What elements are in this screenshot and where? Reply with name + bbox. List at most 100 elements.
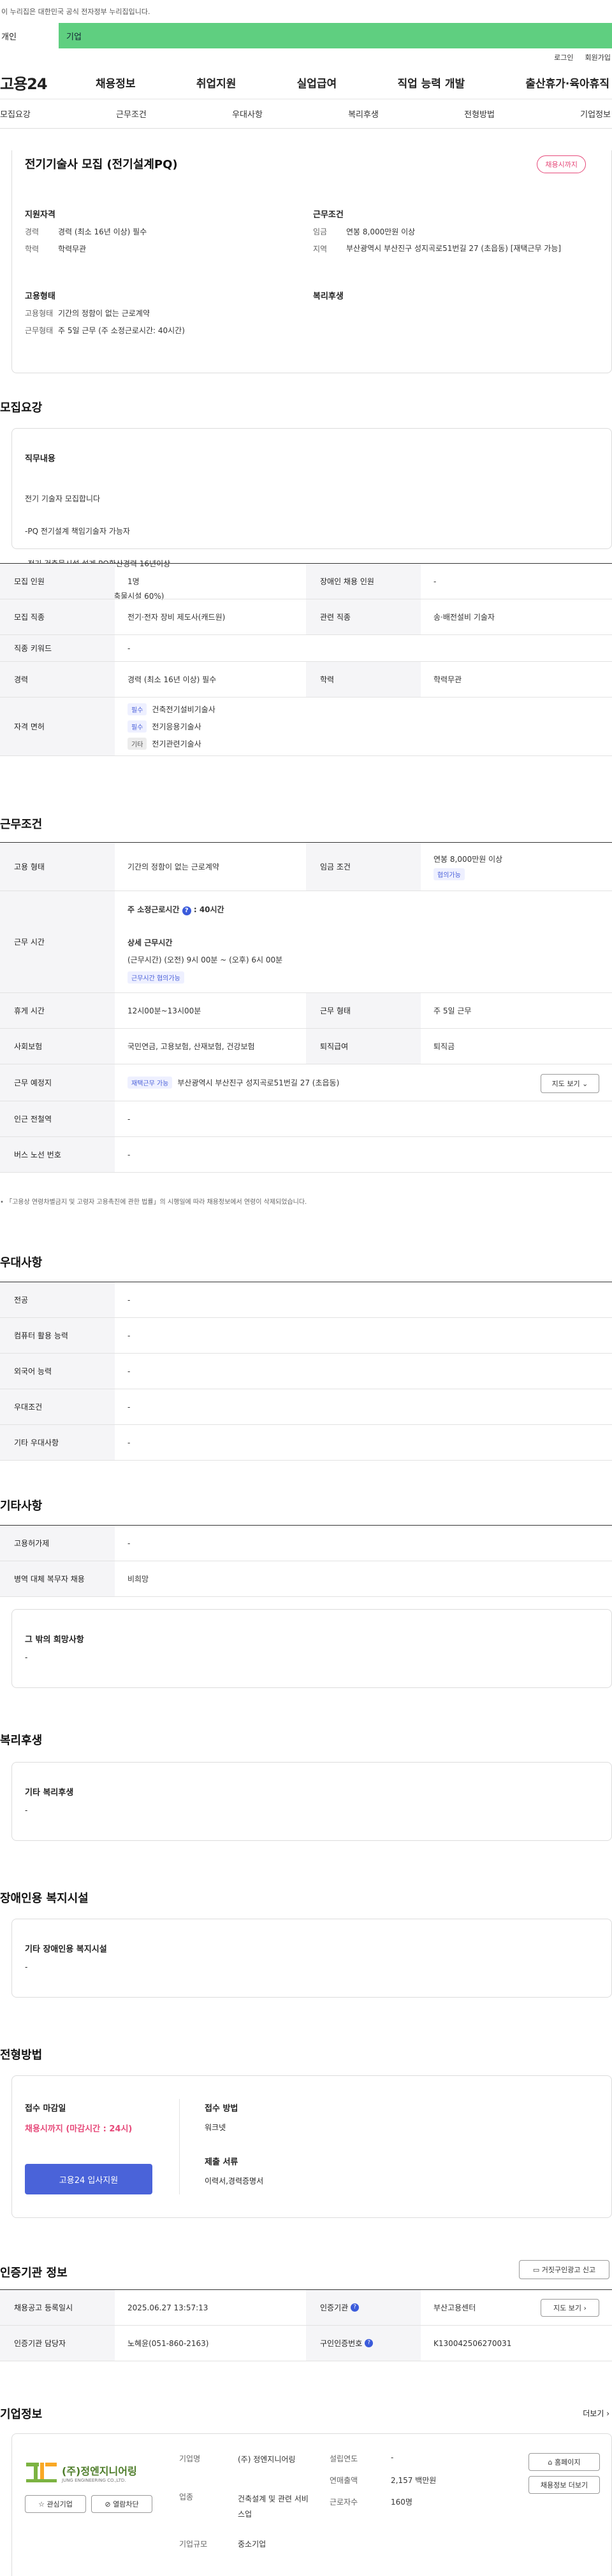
table-header: 인근 전철역 — [0, 1101, 115, 1136]
gnb-item-employment[interactable]: 취업지원 — [196, 75, 237, 90]
info-icon[interactable]: ? — [182, 906, 191, 915]
agency-map-button[interactable]: 지도 보기 › — [541, 2299, 599, 2317]
other-wish-box: 그 밖의 희망사항 - — [11, 1609, 612, 1688]
snb-preference[interactable]: 우대사항 — [232, 108, 263, 120]
tab-company[interactable]: 기업 — [59, 23, 612, 48]
table-header: 휴게 시간 — [0, 993, 115, 1028]
conditions-table: 고용 형태 기간의 정함이 없는 근로계약 임금 조건 연봉 8,000만원 이상… — [0, 842, 612, 1173]
detail-heading: 상세 근무시간 — [127, 938, 173, 947]
career-value: 경력 (최소 16년 이상) 필수 — [58, 227, 147, 236]
company-card: (주)정엔지니어링 JUNG ENGINEERING CO.,LTD. ☆ 관심… — [11, 2433, 612, 2576]
snb-welfare[interactable]: 복리후생 — [348, 108, 379, 120]
summary-card: 전기기술사 모집 (전기설계PQ) 채용시까지 지원자격 경력 경력 (최소 16… — [11, 150, 612, 373]
table-row: 휴게 시간 12시00분~13시00분 근무 형태 주 5일 근무 — [0, 993, 612, 1029]
gnb-item-training[interactable]: 직업 능력 개발 — [397, 75, 465, 90]
homepage-button[interactable]: ⌂ 홈페이지 — [528, 2453, 600, 2471]
table-cell: 12시00분~13시00분 — [127, 1006, 201, 1015]
age-notice-text: 「고용상 연령차별금지 및 고령자 고용촉진에 관한 법률」의 시행일에 따라 … — [6, 1199, 307, 1206]
block-icon: ⊘ — [105, 2500, 111, 2508]
hours-key: 근무형태 — [25, 326, 54, 335]
info-icon[interactable]: ? — [351, 2303, 359, 2312]
table-header: 장애인 채용 인원 — [306, 564, 421, 599]
disability-box-value: - — [25, 1963, 28, 1971]
qual-block: 지원자격 경력 경력 (최소 16년 이상) 필수 학력 학력무관 — [25, 208, 293, 254]
gnb-item-leave[interactable]: 출산휴가·육아휴직 — [525, 75, 609, 90]
license-item: 필수 전기응용기술사 — [127, 720, 201, 733]
work-time-cell: 주 소정근로시간 ? : 40시간 상세 근무시간 (근무시간) (오전) 9시… — [115, 891, 612, 992]
weekly-hours: 주 소정근로시간 ? : 40시간 — [127, 904, 224, 915]
table-header: 근무 형태 — [306, 993, 421, 1028]
table-header: 전공 — [0, 1282, 115, 1317]
gnb-item-jobs[interactable]: 채용정보 — [96, 75, 136, 90]
info-icon[interactable]: ? — [365, 2339, 374, 2347]
weekly-value: : 40시간 — [193, 905, 224, 914]
table-header: 병역 대체 복무자 채용 — [0, 1561, 115, 1596]
gov-notice-text: 이 누리집은 대한민국 공식 전자정부 누리집입니다. — [1, 8, 150, 16]
apply-button[interactable]: 고용24 입사지원 — [25, 2164, 152, 2194]
emp-heading: 고용형태 — [25, 292, 55, 301]
block-label: 열람차단 — [113, 2500, 139, 2508]
detail-tag: 근무시간 협의가능 — [127, 971, 184, 984]
license-name: 건축전기설비기술사 — [152, 705, 215, 714]
map-view-label: 지도 보기 — [551, 1080, 580, 1088]
job-desc-heading: 직무내용 — [25, 454, 55, 464]
table-row: 인증기관 담당자 노혜윤(051-860-2163) 구인인증번호 ? K1300… — [0, 2326, 612, 2361]
section-nav: 모집요강 근무조건 우대사항 복리후생 전형방법 기업정보 — [0, 99, 612, 129]
license-item: 기타 전기관련기술사 — [127, 738, 201, 750]
tab-personal-label: 개인 — [1, 32, 17, 42]
table-cell: - — [127, 1331, 131, 1340]
snb-selection[interactable]: 전형방법 — [464, 108, 495, 120]
license-tag: 기타 — [127, 738, 147, 750]
table-header: 근무 시간 — [0, 891, 115, 992]
site-logo[interactable]: 고용24 — [0, 71, 96, 94]
company-name: (주) 정엔지니어링 — [238, 2455, 296, 2464]
license-name: 전기응용기술사 — [152, 722, 201, 731]
table-row: 고용 형태 기간의 정함이 없는 근로계약 임금 조건 연봉 8,000만원 이상… — [0, 843, 612, 891]
tab-personal[interactable]: 개인 — [0, 23, 59, 48]
table-cell: - — [127, 1366, 131, 1376]
job-line: -PQ 전기설계 책임기술자 가능자 — [25, 527, 130, 536]
agency-heading: 인증기관 정보 — [0, 2266, 68, 2280]
table-cell: 2025.06.27 13:57:13 — [127, 2303, 208, 2312]
table-row: 사회보험 국민연금, 고용보험, 산재보험, 건강보험 퇴직급여 퇴직금 — [0, 1029, 612, 1064]
table-cell: - — [127, 1438, 131, 1447]
utility-nav: 로그인 회원가입 — [0, 48, 612, 66]
report-button[interactable]: ▭ 거짓구인광고 신고 — [519, 2260, 609, 2279]
job-desc-box: 직무내용 전기 기술자 모집합니다 -PQ 전기설계 책임기술자 가능자 - 전기… — [11, 428, 612, 633]
table-header: 임금 조건 — [306, 843, 421, 891]
table-header: 경력 — [0, 662, 115, 697]
chevron-down-icon: ⌄ — [582, 1079, 588, 1088]
company-size: 중소기업 — [238, 2540, 266, 2549]
snb-conditions[interactable]: 근무조건 — [116, 108, 147, 120]
table-header: 외국어 능력 — [0, 1354, 115, 1389]
company-key: 기업규모 — [179, 2540, 208, 2549]
favorite-company-button[interactable]: ☆ 관심기업 — [25, 2495, 86, 2513]
welfare-box: 기타 복리후생 - — [11, 1762, 612, 1841]
user-type-tabs: 개인 기업 — [0, 23, 612, 48]
company-more-link[interactable]: 더보기 › — [583, 2408, 609, 2419]
table-cell: 주 5일 근무 — [433, 1006, 472, 1015]
map-view-button[interactable]: 지도 보기 ⌄ — [541, 1074, 599, 1093]
table-cell: - — [127, 1150, 131, 1159]
table-cell: - — [127, 1295, 131, 1305]
snb-recruit[interactable]: 모집요강 — [0, 108, 31, 120]
snb-company[interactable]: 기업정보 — [580, 108, 611, 120]
home-icon: ⌂ — [548, 2458, 553, 2466]
table-row: 고용허가제 - — [0, 1526, 612, 1561]
table-header: 자격 면허 — [0, 698, 115, 755]
gnb-item-benefit[interactable]: 실업급여 — [297, 75, 337, 90]
company-logo: (주)정엔지니어링 JUNG ENGINEERING CO.,LTD. — [25, 2457, 159, 2489]
company-jobs-button[interactable]: 채용정보 더보기 — [528, 2476, 600, 2494]
global-nav: 고용24 채용정보 취업지원 실업급여 직업 능력 개발 출산휴가·육아휴직 — [0, 66, 612, 99]
license-item: 필수 건축전기설비기술사 — [127, 703, 215, 715]
login-link[interactable]: 로그인 — [554, 52, 573, 62]
wage-key: 임금 — [313, 227, 328, 236]
table-header: 모집 인원 — [0, 564, 115, 599]
other-wish-heading: 그 밖의 희망사항 — [25, 1635, 84, 1645]
company-heading: 기업정보 — [0, 2408, 43, 2421]
table-cell: 경력 (최소 16년 이상) 필수 — [127, 675, 217, 684]
join-link[interactable]: 회원가입 — [585, 52, 611, 62]
cond-block: 근무조건 임금 연봉 8,000만원 이상 지역 부산광역시 부산진구 성지곡로51… — [313, 208, 581, 254]
block-company-button[interactable]: ⊘ 열람차단 — [91, 2495, 152, 2513]
job-title: 전기기술사 모집 (전기설계PQ) — [25, 158, 178, 171]
